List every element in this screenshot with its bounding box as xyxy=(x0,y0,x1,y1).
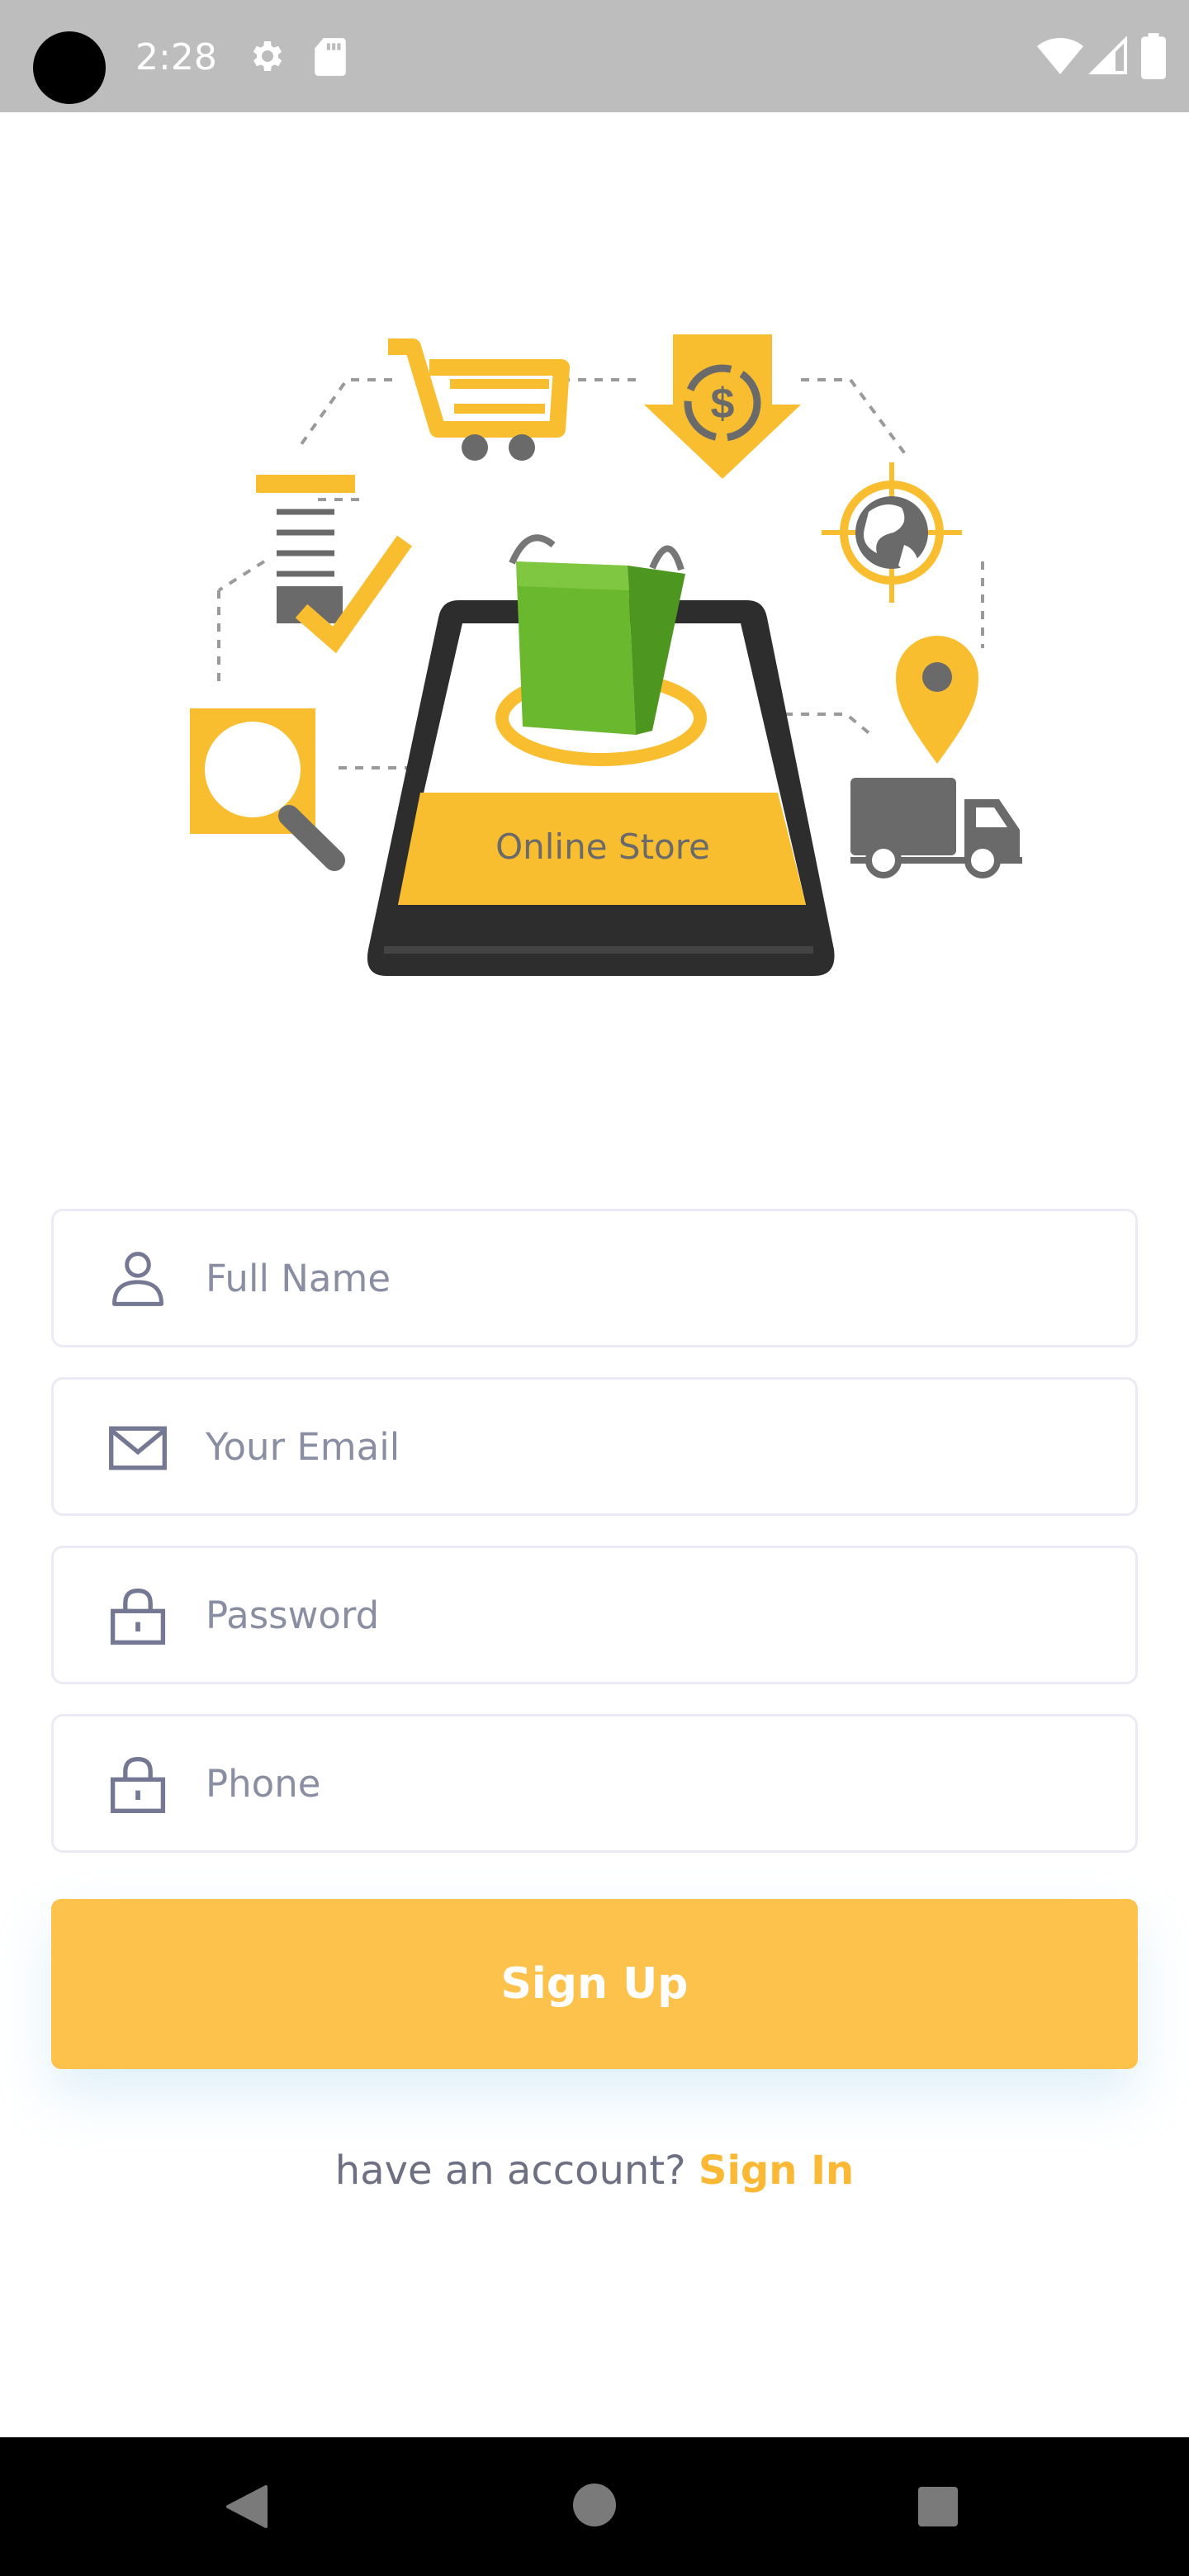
back-icon[interactable] xyxy=(223,2482,272,2531)
dollar-download-icon: $ xyxy=(644,334,801,479)
envelope-icon xyxy=(109,1426,167,1470)
phone-input[interactable] xyxy=(206,1736,1097,1830)
settings-gear-icon xyxy=(253,41,282,71)
sign-in-link[interactable]: Sign In xyxy=(699,2147,854,2194)
wifi-icon xyxy=(1037,37,1083,74)
delivery-truck-icon xyxy=(850,778,1022,878)
full-name-input[interactable] xyxy=(206,1231,1097,1325)
sign-in-row: have an account? Sign In xyxy=(0,2142,1189,2200)
email-field[interactable] xyxy=(51,1377,1138,1516)
document-check-icon xyxy=(256,475,412,654)
home-icon[interactable] xyxy=(571,2482,618,2528)
sign-in-prompt: have an account? xyxy=(334,2147,686,2194)
camera-cutout xyxy=(33,31,106,104)
password-input[interactable] xyxy=(206,1568,1097,1662)
full-name-field[interactable] xyxy=(51,1209,1138,1347)
cellular-signal-icon xyxy=(1088,36,1127,74)
magnifier-icon xyxy=(190,708,345,871)
shopping-cart-icon xyxy=(388,339,570,461)
password-field[interactable] xyxy=(51,1546,1138,1684)
lock-icon xyxy=(110,1588,166,1645)
recents-icon[interactable] xyxy=(917,2485,959,2528)
online-store-illustration: $ Online Store xyxy=(190,334,1022,976)
svg-text:$: $ xyxy=(711,380,735,428)
email-input[interactable] xyxy=(206,1399,1097,1494)
lock-icon xyxy=(110,1756,166,1813)
navigation-bar xyxy=(0,2437,1189,2576)
illustration-screen-label: Online Store xyxy=(495,826,710,867)
phone-field[interactable] xyxy=(51,1714,1138,1853)
sign-up-button[interactable]: Sign Up xyxy=(51,1899,1138,2069)
sd-card-icon xyxy=(315,38,346,76)
status-bar: 2:28 xyxy=(0,0,1189,112)
globe-target-icon xyxy=(822,462,962,603)
status-time: 2:28 xyxy=(135,36,217,78)
location-pin-icon xyxy=(896,636,978,764)
user-icon xyxy=(112,1252,163,1306)
battery-icon xyxy=(1141,33,1166,79)
